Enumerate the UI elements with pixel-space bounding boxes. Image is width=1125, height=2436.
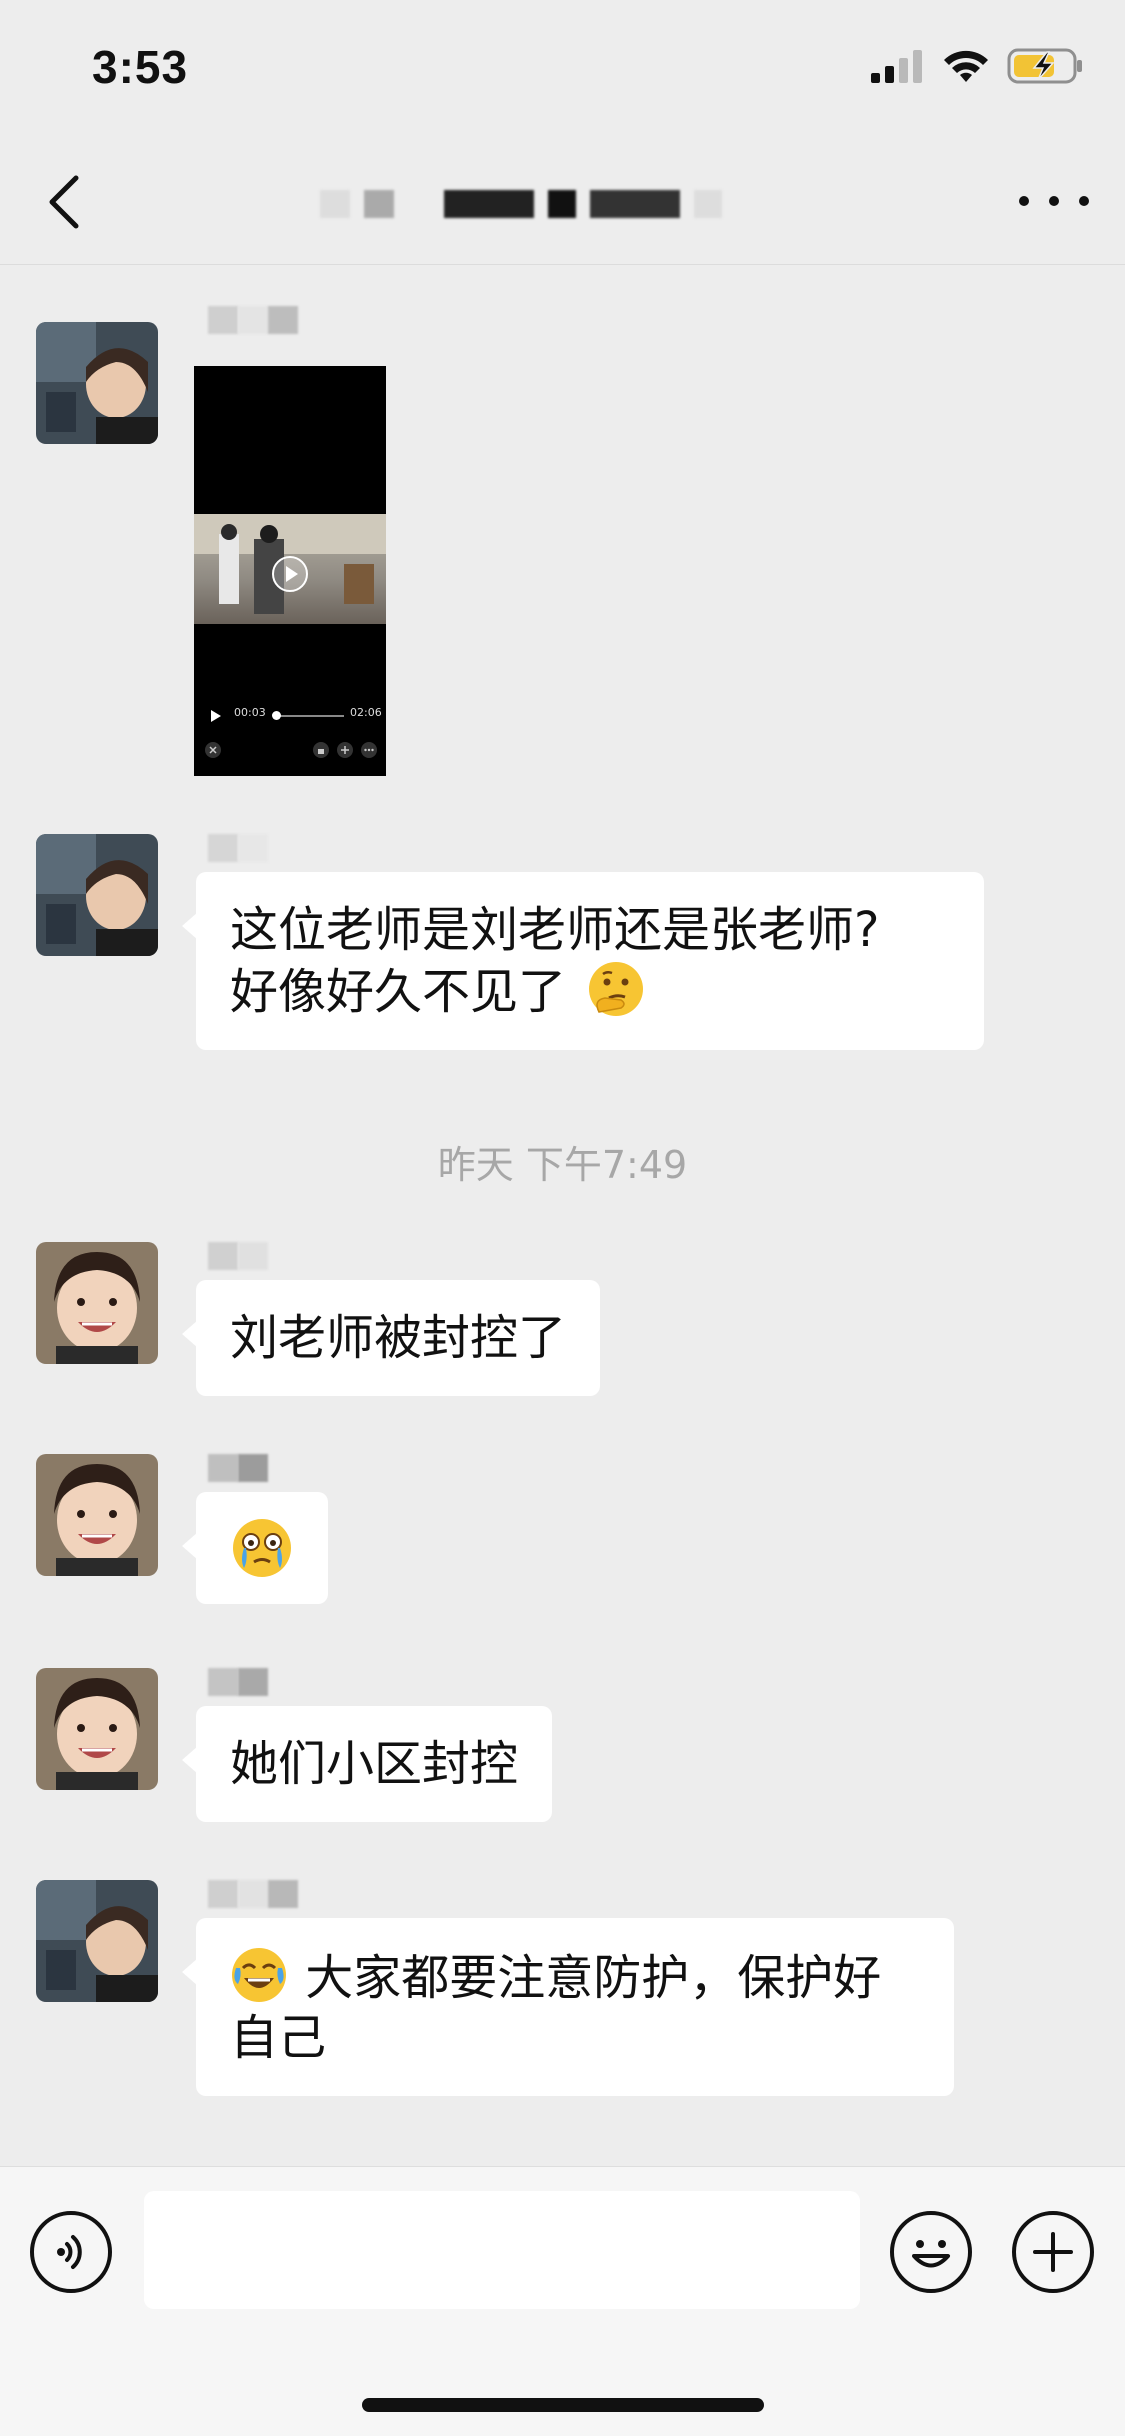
avatar[interactable] — [36, 322, 158, 444]
sender-name-redacted — [208, 1454, 268, 1482]
message-line: 好像好久不见了 — [230, 964, 567, 1020]
chat-title-redacted — [320, 184, 722, 224]
crying-face-icon — [233, 1519, 291, 1577]
sender-name-redacted — [208, 306, 298, 334]
status-bar: 3:53 — [0, 0, 1125, 140]
nav-bar — [0, 140, 1125, 265]
more-dots-icon[interactable] — [1019, 176, 1089, 226]
tears-of-joy-icon — [232, 1948, 286, 2002]
message-bubble[interactable] — [182, 1492, 328, 1604]
sender-name-redacted — [208, 834, 268, 862]
message-bubble[interactable]: 大家都要注意防护，保护好 自己 — [182, 1918, 954, 2096]
message-bubble[interactable]: 这位老师是刘老师还是张老师? 好像好久不见了 — [182, 872, 984, 1050]
chat-timestamp: 昨天 下午7:49 — [437, 1143, 688, 1187]
video-elapsed: 00:03 — [234, 706, 266, 719]
lock-icon[interactable] — [312, 741, 330, 759]
avatar[interactable] — [36, 1668, 158, 1790]
wifi-icon — [944, 50, 988, 82]
grid-icon[interactable] — [336, 741, 354, 759]
message-bubble[interactable]: 刘老师被封控了 — [181, 1280, 601, 1396]
play-icon[interactable] — [208, 708, 224, 724]
message-line: 自己 — [230, 2010, 327, 2066]
avatar[interactable] — [36, 1242, 158, 1364]
message-line-with-emoji: 大家都要注意防护，保护好 — [230, 1946, 920, 2008]
video-progress-bar[interactable] — [272, 711, 344, 720]
video-duration: 02:06 — [350, 706, 382, 719]
sender-name-redacted — [208, 1668, 268, 1696]
more-options-icon[interactable] — [360, 741, 378, 759]
close-icon[interactable] — [204, 741, 222, 759]
message-input[interactable] — [144, 2191, 860, 2309]
chat-area[interactable]: 00:03 02:06 这位老师是刘老师还是张老师? 好像好久不见了 昨天 下午… — [0, 266, 1125, 2166]
input-bar — [0, 2166, 1125, 2436]
avatar[interactable] — [36, 834, 158, 956]
smiley-icon[interactable] — [890, 2211, 972, 2293]
message-line-with-emoji: 好像好久不见了 — [230, 960, 950, 1022]
message-line: 这位老师是刘老师还是张老师? — [230, 902, 880, 958]
avatar[interactable] — [36, 1454, 158, 1576]
battery-charging-icon — [1007, 48, 1082, 84]
video-play-overlay-icon — [272, 556, 308, 592]
video-message[interactable]: 00:03 02:06 — [194, 366, 386, 776]
plus-circle-icon[interactable] — [1012, 2211, 1094, 2293]
voice-icon[interactable] — [30, 2211, 112, 2293]
sender-name-redacted — [208, 1880, 298, 1908]
message-line: 大家都要注意防护，保护好 — [305, 1950, 882, 2006]
chevron-left-icon[interactable] — [36, 170, 96, 234]
home-indicator[interactable] — [362, 2398, 764, 2412]
status-icons — [869, 46, 1085, 86]
message-bubble[interactable]: 她们小区封控 — [181, 1706, 553, 1822]
sender-name-redacted — [208, 1242, 268, 1270]
thinking-face-icon — [589, 962, 644, 1016]
message-line: 刘老师被封控了 — [230, 1310, 567, 1366]
signal-icon — [871, 50, 922, 83]
status-time: 3:53 — [92, 41, 189, 93]
avatar[interactable] — [36, 1880, 158, 2002]
message-line: 她们小区封控 — [230, 1736, 519, 1792]
